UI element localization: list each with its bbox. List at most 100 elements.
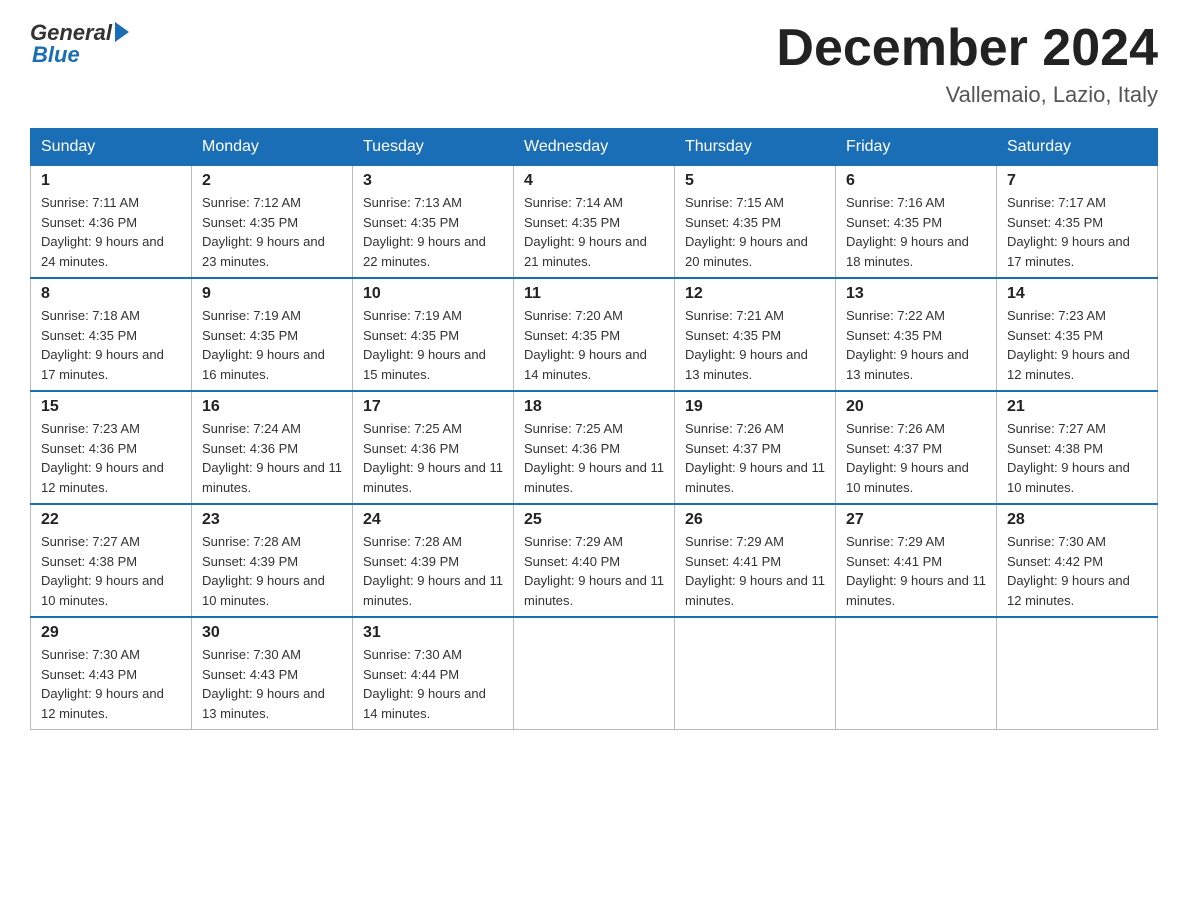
- day-number: 21: [1007, 398, 1147, 416]
- calendar-cell: 22 Sunrise: 7:27 AM Sunset: 4:38 PM Dayl…: [31, 504, 192, 617]
- location-title: Vallemaio, Lazio, Italy: [776, 82, 1158, 108]
- day-info: Sunrise: 7:30 AM Sunset: 4:43 PM Dayligh…: [41, 645, 181, 723]
- calendar-cell: 14 Sunrise: 7:23 AM Sunset: 4:35 PM Dayl…: [997, 278, 1158, 391]
- day-info: Sunrise: 7:28 AM Sunset: 4:39 PM Dayligh…: [363, 532, 503, 610]
- day-info: Sunrise: 7:29 AM Sunset: 4:41 PM Dayligh…: [846, 532, 986, 610]
- day-number: 14: [1007, 285, 1147, 303]
- calendar-cell: 26 Sunrise: 7:29 AM Sunset: 4:41 PM Dayl…: [675, 504, 836, 617]
- day-number: 31: [363, 624, 503, 642]
- day-number: 25: [524, 511, 664, 529]
- day-number: 26: [685, 511, 825, 529]
- calendar-cell: 10 Sunrise: 7:19 AM Sunset: 4:35 PM Dayl…: [353, 278, 514, 391]
- day-number: 18: [524, 398, 664, 416]
- day-number: 24: [363, 511, 503, 529]
- day-info: Sunrise: 7:17 AM Sunset: 4:35 PM Dayligh…: [1007, 193, 1147, 271]
- calendar-cell: 1 Sunrise: 7:11 AM Sunset: 4:36 PM Dayli…: [31, 165, 192, 278]
- day-info: Sunrise: 7:23 AM Sunset: 4:36 PM Dayligh…: [41, 419, 181, 497]
- calendar-cell: 25 Sunrise: 7:29 AM Sunset: 4:40 PM Dayl…: [514, 504, 675, 617]
- calendar-cell: 30 Sunrise: 7:30 AM Sunset: 4:43 PM Dayl…: [192, 617, 353, 730]
- day-number: 4: [524, 172, 664, 190]
- calendar-cell: 20 Sunrise: 7:26 AM Sunset: 4:37 PM Dayl…: [836, 391, 997, 504]
- calendar-cell: [514, 617, 675, 730]
- day-info: Sunrise: 7:20 AM Sunset: 4:35 PM Dayligh…: [524, 306, 664, 384]
- calendar-week-row: 8 Sunrise: 7:18 AM Sunset: 4:35 PM Dayli…: [31, 278, 1158, 391]
- header-tuesday: Tuesday: [353, 129, 514, 165]
- calendar-cell: 18 Sunrise: 7:25 AM Sunset: 4:36 PM Dayl…: [514, 391, 675, 504]
- calendar-table: Sunday Monday Tuesday Wednesday Thursday…: [30, 128, 1158, 730]
- day-info: Sunrise: 7:24 AM Sunset: 4:36 PM Dayligh…: [202, 419, 342, 497]
- page-header: General Blue December 2024 Vallemaio, La…: [30, 20, 1158, 108]
- calendar-cell: [675, 617, 836, 730]
- day-number: 6: [846, 172, 986, 190]
- day-number: 9: [202, 285, 342, 303]
- header-monday: Monday: [192, 129, 353, 165]
- calendar-cell: [836, 617, 997, 730]
- calendar-week-row: 29 Sunrise: 7:30 AM Sunset: 4:43 PM Dayl…: [31, 617, 1158, 730]
- day-number: 7: [1007, 172, 1147, 190]
- day-info: Sunrise: 7:26 AM Sunset: 4:37 PM Dayligh…: [846, 419, 986, 497]
- day-number: 28: [1007, 511, 1147, 529]
- day-number: 5: [685, 172, 825, 190]
- day-info: Sunrise: 7:21 AM Sunset: 4:35 PM Dayligh…: [685, 306, 825, 384]
- day-info: Sunrise: 7:12 AM Sunset: 4:35 PM Dayligh…: [202, 193, 342, 271]
- day-number: 27: [846, 511, 986, 529]
- calendar-cell: 19 Sunrise: 7:26 AM Sunset: 4:37 PM Dayl…: [675, 391, 836, 504]
- day-info: Sunrise: 7:30 AM Sunset: 4:43 PM Dayligh…: [202, 645, 342, 723]
- calendar-cell: 8 Sunrise: 7:18 AM Sunset: 4:35 PM Dayli…: [31, 278, 192, 391]
- day-number: 11: [524, 285, 664, 303]
- calendar-cell: 16 Sunrise: 7:24 AM Sunset: 4:36 PM Dayl…: [192, 391, 353, 504]
- header-wednesday: Wednesday: [514, 129, 675, 165]
- day-info: Sunrise: 7:28 AM Sunset: 4:39 PM Dayligh…: [202, 532, 342, 610]
- day-number: 23: [202, 511, 342, 529]
- calendar-week-row: 22 Sunrise: 7:27 AM Sunset: 4:38 PM Dayl…: [31, 504, 1158, 617]
- day-number: 17: [363, 398, 503, 416]
- calendar-cell: 12 Sunrise: 7:21 AM Sunset: 4:35 PM Dayl…: [675, 278, 836, 391]
- calendar-cell: 29 Sunrise: 7:30 AM Sunset: 4:43 PM Dayl…: [31, 617, 192, 730]
- title-block: December 2024 Vallemaio, Lazio, Italy: [776, 20, 1158, 108]
- header-saturday: Saturday: [997, 129, 1158, 165]
- day-info: Sunrise: 7:19 AM Sunset: 4:35 PM Dayligh…: [363, 306, 503, 384]
- logo-blue-text: Blue: [32, 42, 80, 68]
- month-title: December 2024: [776, 20, 1158, 77]
- calendar-cell: [997, 617, 1158, 730]
- day-info: Sunrise: 7:27 AM Sunset: 4:38 PM Dayligh…: [1007, 419, 1147, 497]
- weekday-header-row: Sunday Monday Tuesday Wednesday Thursday…: [31, 129, 1158, 165]
- day-info: Sunrise: 7:25 AM Sunset: 4:36 PM Dayligh…: [363, 419, 503, 497]
- header-sunday: Sunday: [31, 129, 192, 165]
- logo-arrow-icon: [115, 22, 129, 42]
- day-info: Sunrise: 7:29 AM Sunset: 4:40 PM Dayligh…: [524, 532, 664, 610]
- day-number: 8: [41, 285, 181, 303]
- calendar-cell: 11 Sunrise: 7:20 AM Sunset: 4:35 PM Dayl…: [514, 278, 675, 391]
- calendar-week-row: 15 Sunrise: 7:23 AM Sunset: 4:36 PM Dayl…: [31, 391, 1158, 504]
- day-info: Sunrise: 7:30 AM Sunset: 4:42 PM Dayligh…: [1007, 532, 1147, 610]
- day-number: 10: [363, 285, 503, 303]
- calendar-cell: 13 Sunrise: 7:22 AM Sunset: 4:35 PM Dayl…: [836, 278, 997, 391]
- day-number: 16: [202, 398, 342, 416]
- calendar-cell: 4 Sunrise: 7:14 AM Sunset: 4:35 PM Dayli…: [514, 165, 675, 278]
- day-info: Sunrise: 7:23 AM Sunset: 4:35 PM Dayligh…: [1007, 306, 1147, 384]
- calendar-cell: 23 Sunrise: 7:28 AM Sunset: 4:39 PM Dayl…: [192, 504, 353, 617]
- day-number: 22: [41, 511, 181, 529]
- calendar-week-row: 1 Sunrise: 7:11 AM Sunset: 4:36 PM Dayli…: [31, 165, 1158, 278]
- logo: General Blue: [30, 20, 129, 68]
- calendar-cell: 24 Sunrise: 7:28 AM Sunset: 4:39 PM Dayl…: [353, 504, 514, 617]
- day-info: Sunrise: 7:13 AM Sunset: 4:35 PM Dayligh…: [363, 193, 503, 271]
- header-friday: Friday: [836, 129, 997, 165]
- day-number: 1: [41, 172, 181, 190]
- calendar-cell: 7 Sunrise: 7:17 AM Sunset: 4:35 PM Dayli…: [997, 165, 1158, 278]
- day-info: Sunrise: 7:26 AM Sunset: 4:37 PM Dayligh…: [685, 419, 825, 497]
- day-info: Sunrise: 7:30 AM Sunset: 4:44 PM Dayligh…: [363, 645, 503, 723]
- day-info: Sunrise: 7:22 AM Sunset: 4:35 PM Dayligh…: [846, 306, 986, 384]
- day-number: 30: [202, 624, 342, 642]
- calendar-cell: 9 Sunrise: 7:19 AM Sunset: 4:35 PM Dayli…: [192, 278, 353, 391]
- day-number: 13: [846, 285, 986, 303]
- day-number: 3: [363, 172, 503, 190]
- day-number: 15: [41, 398, 181, 416]
- day-info: Sunrise: 7:16 AM Sunset: 4:35 PM Dayligh…: [846, 193, 986, 271]
- day-number: 29: [41, 624, 181, 642]
- day-number: 2: [202, 172, 342, 190]
- calendar-cell: 21 Sunrise: 7:27 AM Sunset: 4:38 PM Dayl…: [997, 391, 1158, 504]
- calendar-cell: 5 Sunrise: 7:15 AM Sunset: 4:35 PM Dayli…: [675, 165, 836, 278]
- calendar-cell: 27 Sunrise: 7:29 AM Sunset: 4:41 PM Dayl…: [836, 504, 997, 617]
- calendar-cell: 15 Sunrise: 7:23 AM Sunset: 4:36 PM Dayl…: [31, 391, 192, 504]
